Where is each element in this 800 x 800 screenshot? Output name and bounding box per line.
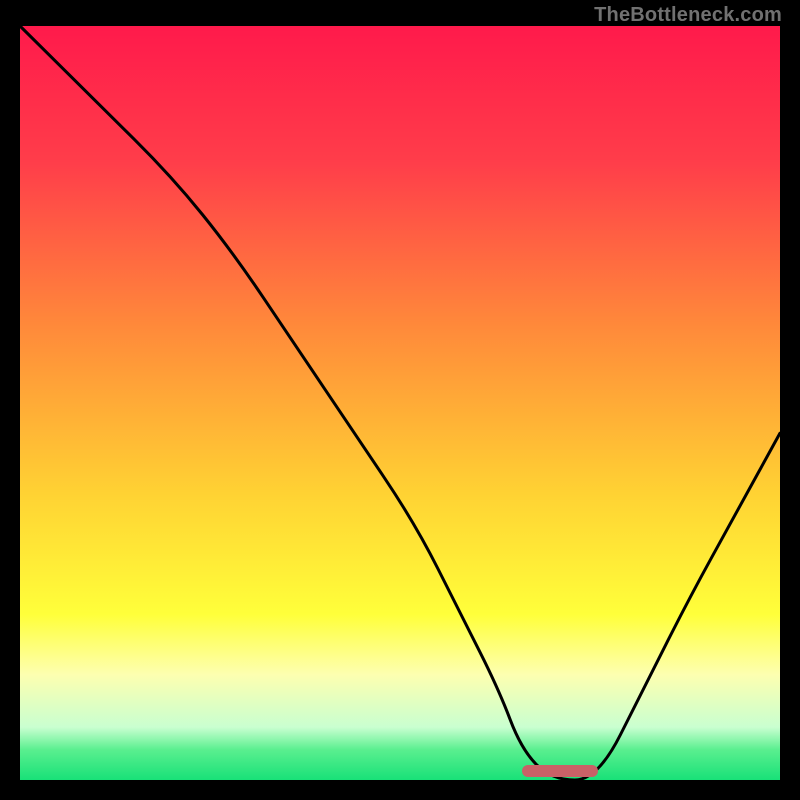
plot-area [20, 26, 780, 780]
watermark-label: TheBottleneck.com [594, 4, 782, 27]
optimal-range-marker [522, 765, 598, 777]
x-axis [16, 780, 784, 784]
bottleneck-curve [20, 26, 780, 780]
y-axis [16, 26, 20, 784]
